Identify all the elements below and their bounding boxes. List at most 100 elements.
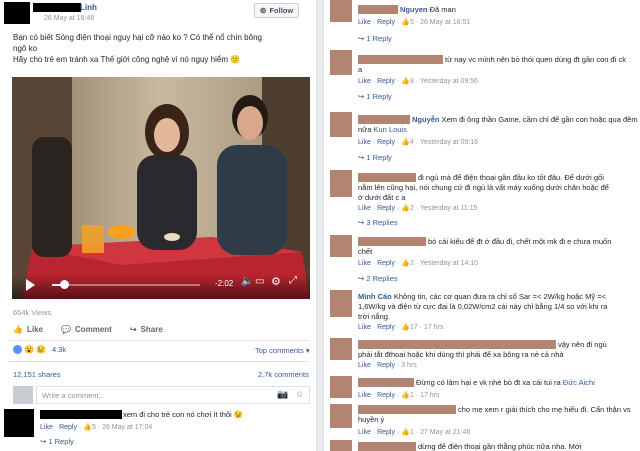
comment-timestamp[interactable]: 26 May at 17:04 bbox=[102, 424, 152, 431]
like-button[interactable]: 👍 Like bbox=[13, 322, 43, 336]
video-player[interactable]: -2:02 🔈 ▭ ⚙ ⤢ bbox=[12, 77, 310, 299]
play-icon[interactable] bbox=[26, 279, 35, 291]
comment-like-link[interactable]: Like bbox=[358, 205, 371, 212]
comment-timestamp[interactable]: 17 hrs bbox=[420, 392, 439, 399]
comment-like-link[interactable]: Like bbox=[358, 78, 371, 85]
comment-like-link[interactable]: Like bbox=[358, 324, 371, 331]
comment-like-link[interactable]: Like bbox=[358, 139, 371, 146]
comment-timestamp[interactable]: 27 May at 21:48 bbox=[420, 429, 470, 436]
fullscreen-icon[interactable]: ⤢ bbox=[289, 275, 297, 286]
video-progress-knob[interactable] bbox=[59, 280, 69, 289]
comment-reply-link[interactable]: Reply bbox=[377, 19, 395, 26]
hd-icon[interactable]: ▭ bbox=[255, 276, 264, 287]
replies-label: 1 Reply bbox=[366, 153, 392, 162]
comment-label: Comment bbox=[74, 324, 112, 334]
mention-link[interactable]: Đức Aichi bbox=[563, 378, 595, 387]
commenter-avatar[interactable] bbox=[4, 409, 34, 437]
follow-button[interactable]: ⊚ Follow bbox=[254, 3, 299, 18]
top-comments-dropdown[interactable]: Top comments ▾ bbox=[255, 346, 310, 355]
comment-timestamp[interactable]: 17 hrs bbox=[424, 324, 443, 331]
commenter-avatar[interactable] bbox=[330, 235, 352, 257]
comment-timestamp[interactable]: Yesterday at 09:16 bbox=[420, 139, 478, 146]
view-replies-link[interactable]: ↪ 2 Replies bbox=[358, 274, 398, 283]
comment-timestamp[interactable]: Yesterday at 11:15 bbox=[420, 205, 478, 212]
comment-timestamp[interactable]: 26 May at 16:51 bbox=[420, 19, 470, 26]
list-item: Nguyễn Xem đi ông thần Game, cầm chỉ để … bbox=[412, 115, 638, 124]
comment-reply-link[interactable]: Reply bbox=[59, 424, 77, 431]
commenter-avatar[interactable] bbox=[330, 170, 352, 197]
thumbs-up-icon: 👍 bbox=[401, 205, 410, 212]
chevron-down-icon: ▾ bbox=[303, 346, 310, 355]
mention-link[interactable]: Kun Louis bbox=[373, 125, 406, 134]
comment-likes-count: 17 bbox=[409, 324, 418, 331]
author-avatar[interactable] bbox=[4, 2, 30, 24]
share-label: Share bbox=[140, 324, 163, 334]
gear-icon[interactable]: ⚙ bbox=[271, 275, 281, 288]
comment-like-link[interactable]: Like bbox=[358, 19, 371, 26]
commenter-name[interactable]: Nguyen bbox=[400, 5, 428, 14]
commenter-avatar[interactable] bbox=[330, 112, 352, 137]
comment-timestamp[interactable]: Yesterday at 14:10 bbox=[420, 260, 478, 267]
comment-meta: Like · Reply · 👍2 · Yesterday at 14:10 bbox=[358, 260, 479, 267]
commenter-avatar[interactable] bbox=[330, 338, 352, 360]
comment-text: huyền ý bbox=[358, 415, 385, 424]
volume-icon[interactable]: 🔈 bbox=[241, 276, 253, 287]
comment-meta: Like · Reply · 👍1 · 27 May at 21:48 bbox=[358, 429, 471, 436]
comments-count[interactable]: 2.7k comments bbox=[258, 370, 309, 379]
post-text-line: Hãy cho trẻ em tránh xa Thế giới công ng… bbox=[13, 55, 241, 64]
thumbs-up-icon: 👍 bbox=[401, 429, 410, 436]
comment-reply-link[interactable]: Reply bbox=[377, 139, 395, 146]
comment-like-link[interactable]: Like bbox=[358, 392, 371, 399]
comment-reply-link[interactable]: Reply bbox=[377, 429, 395, 436]
commenter-name-redaction bbox=[358, 378, 414, 387]
commenter-name-redaction bbox=[40, 410, 122, 419]
comment-like-link[interactable]: Like bbox=[40, 424, 53, 431]
comment-input[interactable]: Write a comment... 📷 ☺ bbox=[36, 386, 310, 404]
video-time: -2:02 bbox=[215, 279, 234, 288]
camera-icon[interactable]: 📷 bbox=[277, 389, 288, 400]
commenter-avatar[interactable] bbox=[330, 290, 352, 317]
view-replies-link[interactable]: ↪ 1 Reply bbox=[358, 34, 392, 43]
commenter-name-redaction bbox=[358, 5, 398, 14]
comment-reply-link[interactable]: Reply bbox=[377, 260, 395, 267]
comment-meta: Like · Reply · 👍17 · 17 hrs bbox=[358, 324, 444, 331]
shares-count[interactable]: 12,151 shares bbox=[13, 370, 61, 379]
reactions-count[interactable]: 4.3k bbox=[52, 345, 66, 354]
comment-icon: 💬 bbox=[60, 324, 71, 334]
view-replies-link[interactable]: ↪ 1 Reply bbox=[358, 92, 392, 101]
video-progress-track[interactable] bbox=[52, 284, 200, 286]
comment-reply-link[interactable]: Reply bbox=[377, 324, 395, 331]
comment-like-link[interactable]: Like bbox=[358, 429, 371, 436]
share-button[interactable]: ↪ Share bbox=[130, 322, 163, 336]
comment-likes-count: 2 bbox=[409, 260, 414, 267]
commenter-avatar[interactable] bbox=[330, 0, 352, 22]
commenter-avatar[interactable] bbox=[330, 50, 352, 75]
thumbs-up-icon: 👍 bbox=[401, 324, 410, 331]
commenter-avatar[interactable] bbox=[330, 376, 352, 398]
commenter-avatar[interactable] bbox=[330, 404, 352, 428]
first-comment-text: xem đi cho trẻ con nó chơi ít thôi 😉 bbox=[123, 410, 244, 419]
emoji-icon[interactable]: ☺ bbox=[295, 389, 304, 399]
comment-button[interactable]: 💬 Comment bbox=[61, 322, 112, 336]
commenter-name[interactable]: Nguyễn bbox=[412, 115, 440, 124]
comment-reply-link[interactable]: Reply bbox=[377, 392, 395, 399]
comment-timestamp[interactable]: 3 hrs bbox=[401, 362, 417, 369]
commenter-name-redaction bbox=[358, 55, 443, 64]
comment-reply-link[interactable]: Reply bbox=[377, 78, 395, 85]
comment-reply-link[interactable]: Reply bbox=[377, 205, 395, 212]
comment-like-link[interactable]: Like bbox=[358, 362, 371, 369]
comment-like-link[interactable]: Like bbox=[358, 260, 371, 267]
reactions-summary[interactable]: 😮 😢 4.3k bbox=[13, 345, 66, 354]
commenter-name[interactable]: Minh Cáo bbox=[358, 292, 392, 301]
view-replies-link[interactable]: ↪ 3 Replies bbox=[358, 218, 398, 227]
view-replies-link[interactable]: ↪ 1 Reply bbox=[358, 153, 392, 162]
commenter-avatar[interactable] bbox=[330, 440, 352, 451]
post-timestamp[interactable]: 26 May at 16:48 bbox=[44, 15, 94, 22]
first-comment-meta: Like · Reply · 👍5 · 26 May at 17:04 bbox=[40, 424, 153, 431]
view-replies-link[interactable]: ↪ 1 Reply bbox=[40, 437, 74, 446]
post-text-line: ngô ko bbox=[13, 44, 38, 53]
author-name[interactable]: Linh bbox=[80, 3, 97, 12]
comment-reply-link[interactable]: Reply bbox=[377, 362, 395, 369]
comments-panel: Nguyen Đã man Like · Reply · 👍5 · 26 May… bbox=[323, 0, 640, 451]
comment-timestamp[interactable]: Yesterday at 09:56 bbox=[420, 78, 478, 85]
